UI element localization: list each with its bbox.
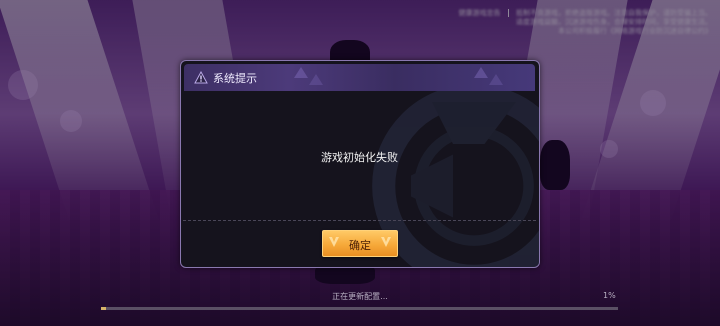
loading-progress-fill bbox=[101, 307, 107, 310]
header-triangle-decoration bbox=[294, 67, 308, 78]
loading-progress-bar bbox=[101, 307, 618, 310]
header-triangle-decoration bbox=[489, 74, 503, 85]
dialog-divider bbox=[183, 220, 536, 221]
dialog-message: 游戏初始化失败 bbox=[321, 151, 398, 164]
dialog-title: 系统提示 bbox=[213, 72, 257, 85]
header-triangle-decoration bbox=[309, 74, 323, 85]
loading-percent: 1% bbox=[603, 291, 616, 300]
button-chevron-icon bbox=[381, 237, 391, 247]
confirm-button[interactable]: 确定 bbox=[322, 230, 398, 257]
alert-icon bbox=[194, 71, 208, 84]
header-triangle-decoration bbox=[474, 67, 488, 78]
dialog-header: 系统提示 bbox=[184, 64, 535, 91]
system-alert-dialog: 系统提示 游戏初始化失败 确定 bbox=[180, 60, 540, 268]
